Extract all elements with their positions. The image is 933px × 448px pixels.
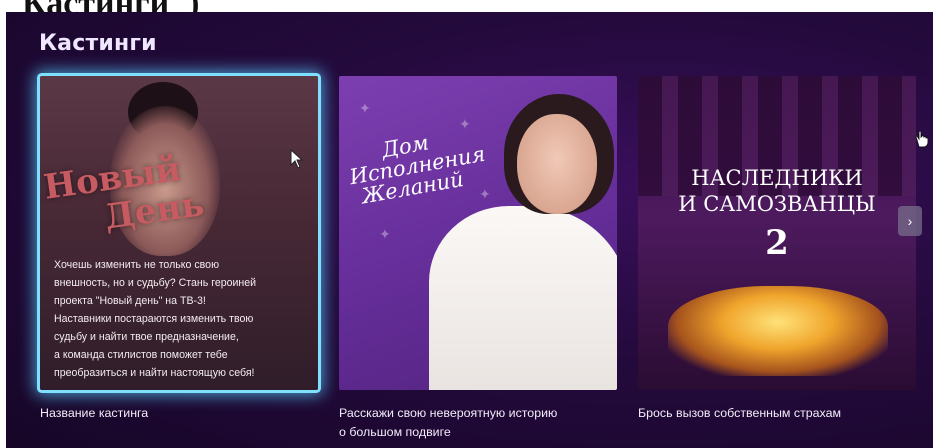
hand-cursor-icon — [915, 130, 929, 148]
card-image-jacket — [429, 206, 617, 390]
description-line: преобразиться и найти настоящую себя! — [54, 367, 255, 379]
mouse-pointer-icon — [290, 149, 304, 169]
carousel-next-button[interactable]: › — [898, 206, 922, 236]
show-title-line2: И САМОЗВАНЦЫ — [678, 192, 876, 216]
caption-line: Расскажи свою невероятную историю — [339, 406, 558, 420]
casting-card-house-of-wishes[interactable]: ✦ ✦ ✦ ✦ Дом Исполнения Желаний — [339, 76, 617, 390]
caption-line: о большом подвиге — [339, 425, 451, 439]
description-line: судьбу и найти твое предназначение, — [54, 331, 239, 343]
chevron-right-icon: › — [907, 213, 913, 229]
card-caption[interactable]: Название кастинга — [40, 404, 330, 423]
description-line: а команда стилистов поможет тебе — [54, 349, 228, 361]
card-caption[interactable]: Расскажи свою невероятную историю о боль… — [339, 404, 629, 442]
description-line: Наставники постараются изменить твою — [54, 313, 254, 325]
sparkle-icon: ✦ — [359, 100, 371, 116]
description-line: внешность, но и судьбу? Стань героиней — [54, 277, 257, 289]
card-description: Хочешь изменить не только свою внешность… — [54, 256, 312, 382]
casting-card-heirs-and-impostors[interactable]: НАСЛЕДНИКИ И САМОЗВАНЦЫ 2 — [638, 76, 916, 390]
card-image-gold-bars — [668, 286, 888, 376]
card-caption[interactable]: Брось вызов собственным страхам — [638, 404, 928, 423]
section-title: Кастинги — [39, 31, 157, 56]
sparkle-icon: ✦ — [479, 186, 491, 202]
castings-section: Кастинги Новый День Хочешь изменить не т… — [6, 12, 933, 448]
description-line: проекта "Новый день" на ТВ-3! — [54, 295, 206, 307]
sparkle-icon: ✦ — [379, 226, 391, 242]
description-line: Хочешь изменить не только свою — [54, 259, 220, 271]
show-season-number: 2 — [765, 223, 789, 263]
card-image-portrait — [517, 114, 597, 214]
show-logo-house-of-wishes: Дом Исполнения Желаний — [344, 126, 487, 209]
show-title-line1: НАСЛЕДНИКИ — [691, 166, 863, 190]
casting-card-new-day[interactable]: Новый День Хочешь изменить не только сво… — [40, 76, 318, 390]
